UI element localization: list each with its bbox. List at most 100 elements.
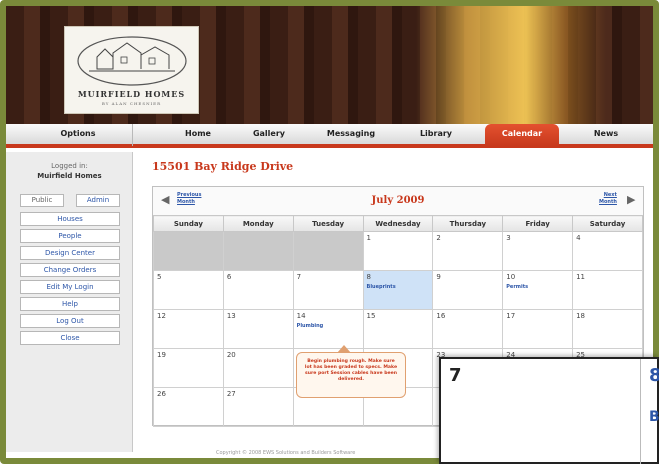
weekday-header: Wednesday [362,215,434,232]
day-cell[interactable]: 1 [362,231,434,271]
admin-tab[interactable]: Admin [76,194,120,207]
day-number: 3 [506,234,511,242]
zoom-day-number: 7 [449,365,462,386]
day-number: 8 [366,273,371,281]
sidebar: Logged in: Muirfield Homes Public Admin … [6,152,133,452]
nav-home[interactable]: Home [178,129,218,138]
day-cell[interactable]: 18 [572,309,643,349]
sidebar-item-design-center[interactable]: Design Center [20,246,120,260]
day-number: 11 [576,273,586,281]
day-number: 7 [296,273,302,281]
nav-calendar[interactable]: Calendar [485,124,559,146]
weekday-header: Monday [222,215,294,232]
sidebar-item-close[interactable]: Close [20,331,120,345]
day-cell[interactable]: 4 [572,231,643,271]
day-cell[interactable]: 14 Plumbing [292,309,364,349]
day-cell[interactable]: 7 [292,270,364,310]
day-cell[interactable]: 26 [153,387,224,427]
day-cell-highlighted[interactable]: 8 Blueprints [362,270,434,310]
event-permits[interactable]: Permits [506,284,569,290]
logo-title: MUIRFIELD HOMES [77,89,186,99]
day-cell[interactable]: 19 [153,348,224,388]
day-cell[interactable]: 17 [502,309,574,349]
event-blueprints[interactable]: Blueprints [367,284,430,290]
logged-in-label: Logged in: [51,162,88,170]
zoom-cell-divider [640,359,641,464]
day-cell[interactable]: 27 [222,387,294,427]
nav-news[interactable]: News [586,129,626,138]
magnified-inset: 7 8 B [439,357,659,464]
page-title: 15501 Bay Ridge Drive [152,160,294,173]
sidebar-item-houses[interactable]: Houses [20,212,120,226]
day-cell[interactable]: 3 [502,231,574,271]
day-number: 4 [576,234,581,242]
logo-subtitle: BY ALAN CHESNIER [101,101,162,106]
footer-copyright: Copyright © 2008 EWS Solutions and Build… [216,450,356,456]
week-row: 5 6 7 8 Blueprints 9 10 Permits 11 [153,270,643,310]
event-tooltip: Begin plumbing rough. Make sure lot has … [296,345,406,398]
day-cell[interactable]: 11 [572,270,643,310]
day-cell-empty [292,231,364,271]
day-number: 16 [436,312,446,320]
day-number: 27 [226,390,236,398]
day-cell[interactable]: 6 [222,270,294,310]
nav-messaging[interactable]: Messaging [326,129,376,138]
day-cell-empty [222,231,294,271]
week-row: 1 2 3 4 [153,231,643,271]
zoom-event-label: B [649,409,659,425]
logo[interactable]: MUIRFIELD HOMES BY ALAN CHESNIER [64,26,199,114]
weekday-header: Sunday [153,215,224,232]
day-number: 17 [506,312,516,320]
options-label: Options [60,129,96,138]
day-cell[interactable]: 16 [432,309,504,349]
logged-in-user: Muirfield Homes [37,172,102,180]
event-plumbing[interactable]: Plumbing [297,323,360,329]
day-number: 13 [226,312,236,320]
sidebar-item-edit-login[interactable]: Edit My Login [20,280,120,294]
day-cell[interactable]: 9 [432,270,504,310]
week-row: 12 13 14 Plumbing 15 16 17 18 [153,309,643,349]
day-number: 9 [436,273,441,281]
nav-gallery[interactable]: Gallery [249,129,289,138]
day-cell[interactable]: 20 [222,348,294,388]
weekday-header: Saturday [572,215,643,232]
day-number: 2 [436,234,441,242]
day-cell-empty [153,231,224,271]
calendar-month-title: July 2009 [371,195,425,206]
sidebar-item-log-out[interactable]: Log Out [20,314,120,328]
header-banner: MUIRFIELD HOMES BY ALAN CHESNIER [6,6,653,124]
day-cell[interactable]: 15 [362,309,434,349]
house-drawing-icon [77,36,187,86]
day-cell[interactable]: 5 [153,270,224,310]
weekday-header: Friday [502,215,574,232]
public-tab[interactable]: Public [20,194,64,207]
day-number: 15 [366,312,376,320]
day-number: 14 [296,312,306,320]
calendar-header: ◀ Previous Month July 2009 Next Month ▶ [153,187,643,215]
day-cell[interactable]: 10 Permits [502,270,574,310]
next-month-link[interactable]: Next Month [599,192,617,206]
day-cell[interactable]: 2 [432,231,504,271]
day-number: 10 [506,273,516,281]
day-cell[interactable]: 13 [222,309,294,349]
day-number: 1 [366,234,371,242]
sidebar-item-change-orders[interactable]: Change Orders [20,263,120,277]
nav-divider [132,124,133,146]
weekday-header: Tuesday [292,215,364,232]
day-number: 12 [157,312,166,320]
weekday-header: Thursday [432,215,504,232]
day-cell[interactable]: 12 [153,309,224,349]
sidebar-item-people[interactable]: People [20,229,120,243]
day-number: 26 [157,390,166,398]
nav-library[interactable]: Library [416,129,456,138]
top-nav: Options Home Gallery Messaging Library C… [6,124,653,148]
arrow-right-icon[interactable]: ▶ [627,193,635,206]
day-number: 5 [157,273,162,281]
day-number: 19 [157,351,166,359]
sidebar-item-help[interactable]: Help [20,297,120,311]
zoom-day-number: 8 [649,365,659,386]
day-number: 20 [226,351,236,359]
weekday-header-row: Sunday Monday Tuesday Wednesday Thursday… [153,215,643,232]
day-number: 6 [226,273,232,281]
day-number: 18 [576,312,586,320]
